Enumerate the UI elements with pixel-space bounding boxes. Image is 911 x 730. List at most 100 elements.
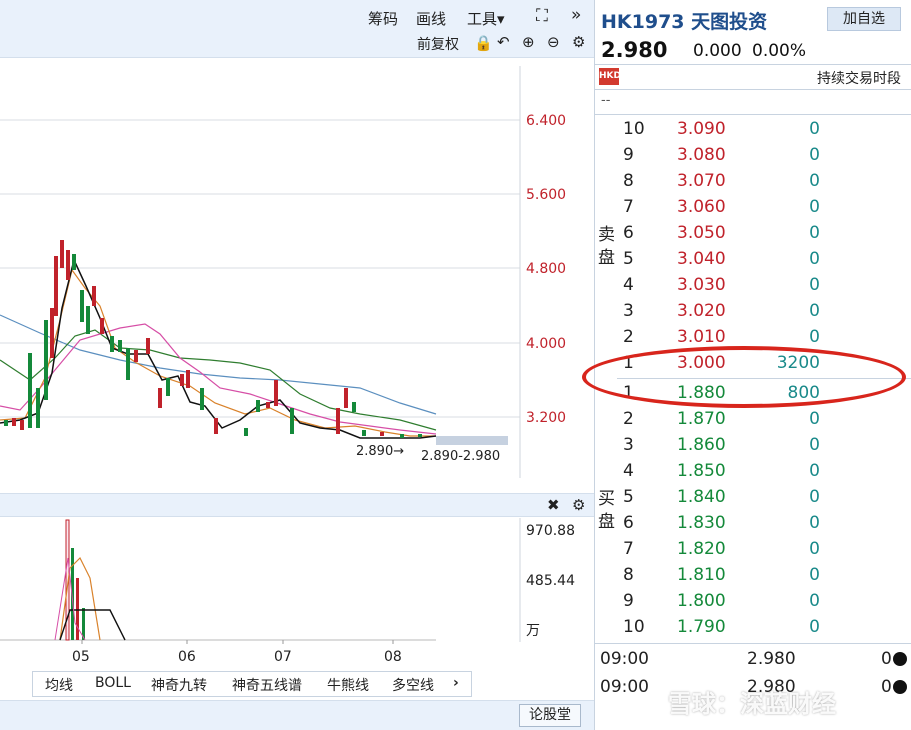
settings-icon[interactable]: ⚙ — [572, 33, 585, 51]
candlestick-chart[interactable]: 6.400 5.600 4.800 4.000 3.200 2.890→ 2.8… — [0, 58, 594, 493]
sell-order-row[interactable]: 8 3.070 0 — [595, 169, 911, 195]
month-label: 06 — [178, 649, 196, 665]
close-panel-icon[interactable]: ✖ — [547, 496, 560, 514]
sell-order-row[interactable]: 9 3.080 0 — [595, 143, 911, 169]
candle — [126, 348, 130, 380]
zoom-in-icon[interactable]: ⊕ — [522, 33, 535, 51]
extra-info: -- — [601, 93, 611, 108]
sell-order-row[interactable]: 5 3.040 0 — [595, 247, 911, 273]
candle — [266, 402, 270, 408]
order-qty: 0 — [809, 249, 820, 269]
candle — [110, 336, 114, 352]
order-qty: 0 — [809, 409, 820, 429]
candles — [4, 240, 422, 438]
trading-session: 持续交易时段 — [817, 71, 901, 87]
order-qty: 0 — [809, 327, 820, 347]
tab-bull-bear[interactable]: 牛熊线 — [327, 675, 369, 695]
order-price: 1.790 — [677, 617, 726, 637]
order-level: 7 — [623, 539, 634, 559]
buy-order-row[interactable]: 2 1.870 0 — [595, 407, 911, 433]
order-level: 6 — [623, 513, 634, 533]
undo-icon[interactable]: ↶ — [497, 33, 510, 51]
sell-order-row[interactable]: 6 3.050 0 — [595, 221, 911, 247]
collapse-right-icon[interactable]: » — [571, 5, 581, 25]
order-price: 1.800 — [677, 591, 726, 611]
tab-ma[interactable]: 均线 — [45, 675, 73, 695]
order-level: 10 — [623, 119, 645, 139]
tab-td9[interactable]: 神奇九转 — [151, 675, 207, 695]
order-price: 1.870 — [677, 409, 726, 429]
order-level: 3 — [623, 435, 634, 455]
stock-title: HK1973 天图投资 — [601, 7, 767, 34]
trade-vol: 0 — [881, 677, 892, 697]
sell-order-row[interactable]: 10 3.090 0 — [595, 117, 911, 143]
tools-menu[interactable]: 工具▾ — [467, 8, 505, 29]
buy-order-row[interactable]: 3 1.860 0 — [595, 433, 911, 459]
candle — [344, 388, 348, 408]
order-price: 3.020 — [677, 301, 726, 321]
divider — [595, 643, 911, 644]
volume-unit: 万 — [526, 623, 540, 639]
volume-bar — [76, 578, 79, 640]
stock-name: 天图投资 — [691, 11, 768, 33]
chips-menu[interactable]: 筹码 — [368, 8, 398, 29]
order-qty: 0 — [809, 197, 820, 217]
tab-five-lines[interactable]: 神奇五线谱 — [232, 675, 302, 695]
candle — [60, 240, 64, 268]
lungutang-button[interactable]: 论股堂 — [519, 704, 581, 727]
buy-order-row[interactable]: 4 1.850 0 — [595, 459, 911, 485]
sell-order-row[interactable]: 7 3.060 0 — [595, 195, 911, 221]
candle — [290, 408, 294, 434]
candle — [66, 250, 70, 280]
low-price-annotation: 2.890→ — [356, 444, 404, 459]
volume-chart[interactable]: 970.88 485.44 万 05 06 07 08 — [0, 518, 594, 670]
order-qty: 0 — [809, 461, 820, 481]
order-level: 4 — [623, 461, 634, 481]
volume-tick: 485.44 — [526, 573, 575, 589]
order-qty: 0 — [809, 539, 820, 559]
candle — [4, 420, 8, 426]
price-change: 0.000 — [693, 41, 742, 61]
stock-code: HK1973 — [601, 11, 685, 33]
volume-ma-black — [59, 609, 126, 641]
month-label: 07 — [274, 649, 292, 665]
trade-row: 09:00 2.980 0 — [595, 645, 911, 673]
buy-order-row[interactable]: 7 1.820 0 — [595, 537, 911, 563]
candle — [418, 434, 422, 437]
tabs-next-icon[interactable]: › — [453, 675, 459, 691]
trade-direction-dot — [893, 652, 907, 666]
buy-order-row[interactable]: 8 1.810 0 — [595, 563, 911, 589]
order-qty: 0 — [809, 617, 820, 637]
fullscreen-icon[interactable]: ⛶ — [536, 6, 548, 26]
order-qty: 0 — [809, 591, 820, 611]
trade-price: 2.980 — [747, 649, 796, 669]
order-level: 8 — [623, 565, 634, 585]
candle — [92, 286, 96, 306]
sell-order-row[interactable]: 3 3.020 0 — [595, 299, 911, 325]
order-price: 3.030 — [677, 275, 726, 295]
zoom-out-icon[interactable]: ⊖ — [547, 33, 560, 51]
lock-icon[interactable]: 🔒 — [474, 34, 493, 52]
add-watchlist-button[interactable]: 加自选 — [827, 7, 901, 31]
order-level: 3 — [623, 301, 634, 321]
order-qty: 0 — [809, 301, 820, 321]
draw-line-menu[interactable]: 画线 — [416, 8, 446, 29]
order-level: 2 — [623, 409, 634, 429]
ma-line-blue — [0, 314, 437, 415]
tab-long-short[interactable]: 多空线 — [392, 675, 434, 695]
month-label: 05 — [72, 649, 90, 665]
volume-settings-icon[interactable]: ⚙ — [572, 496, 585, 514]
fuquan-toggle[interactable]: 前复权 — [417, 34, 459, 54]
buy-order-row[interactable]: 10 1.790 0 — [595, 615, 911, 641]
buy-order-row[interactable]: 6 1.830 0 — [595, 511, 911, 537]
tab-boll[interactable]: BOLL — [95, 675, 131, 691]
candle — [72, 254, 76, 270]
buy-order-row[interactable]: 9 1.800 0 — [595, 589, 911, 615]
order-level: 9 — [623, 591, 634, 611]
divider — [595, 64, 911, 65]
ma-line-black — [0, 257, 437, 439]
candle — [12, 418, 16, 426]
candle — [146, 338, 150, 354]
sell-order-row[interactable]: 4 3.030 0 — [595, 273, 911, 299]
buy-order-row[interactable]: 5 1.840 0 — [595, 485, 911, 511]
